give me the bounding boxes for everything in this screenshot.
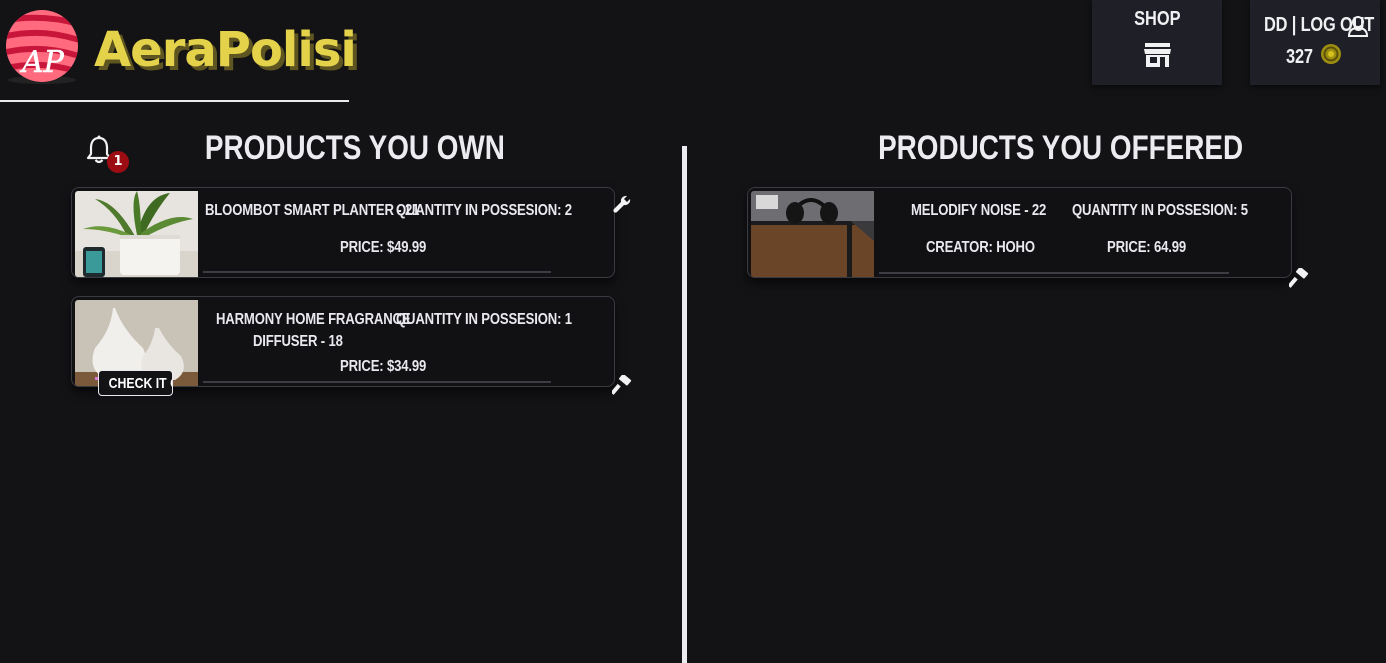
product-price: PRICE: $34.99 xyxy=(340,358,427,375)
svg-text:AP: AP xyxy=(19,45,65,80)
product-price: PRICE: $49.99 xyxy=(340,239,427,256)
product-creator: CREATOR: HOHO xyxy=(926,239,1035,256)
user-icon xyxy=(1347,16,1369,37)
coin-icon xyxy=(1321,44,1341,64)
product-name: MELODIFY NOISE - 22 xyxy=(911,202,1047,219)
logo-globe-icon: AP xyxy=(6,10,78,84)
coin-balance: 327 xyxy=(1286,46,1313,68)
offered-product-card[interactable]: MELODIFY NOISE - 22 QUANTITY IN POSSESIO… xyxy=(747,187,1292,278)
product-quantity: QUANTITY IN POSSESION: 5 xyxy=(1072,202,1248,219)
gavel-icon[interactable] xyxy=(1289,268,1309,288)
shop-label: SHOP xyxy=(1133,8,1181,30)
user-menu-button[interactable]: DD | LOG OUT 327 xyxy=(1250,0,1380,85)
product-quantity: QUANTITY IN POSSESION: 2 xyxy=(396,202,572,219)
product-name-line2: DIFFUSER - 18 xyxy=(253,333,343,350)
owned-product-card[interactable]: BLOOMBOT SMART PLANTER - 21 QUANTITY IN … xyxy=(71,187,615,278)
brand-logo[interactable]: AP AeraPolisi xyxy=(0,0,357,102)
check-it-out-button[interactable]: CHECK IT OUT xyxy=(98,370,173,396)
wrench-icon[interactable] xyxy=(612,194,632,214)
notification-badge: 1 xyxy=(107,151,129,173)
column-divider xyxy=(682,146,687,663)
owned-section-title: PRODUCTS YOU OWN xyxy=(204,129,505,167)
card-divider xyxy=(879,272,1229,274)
product-name-line1: HARMONY HOME FRAGRANCE xyxy=(216,311,411,328)
product-price: PRICE: 64.99 xyxy=(1107,239,1186,256)
shop-button[interactable]: SHOP xyxy=(1092,0,1222,85)
offered-section-title: PRODUCTS YOU OFFERED xyxy=(878,129,1244,167)
store-icon xyxy=(1144,43,1171,67)
card-divider xyxy=(203,381,551,383)
product-quantity: QUANTITY IN POSSESION: 1 xyxy=(396,311,572,328)
brand-name: AeraPolisi xyxy=(94,22,357,78)
product-image-headphones xyxy=(751,191,874,277)
gavel-icon[interactable] xyxy=(612,375,632,395)
product-name: BLOOMBOT SMART PLANTER - 21 xyxy=(205,202,420,219)
card-divider xyxy=(203,271,551,273)
product-image-planter xyxy=(75,191,198,277)
